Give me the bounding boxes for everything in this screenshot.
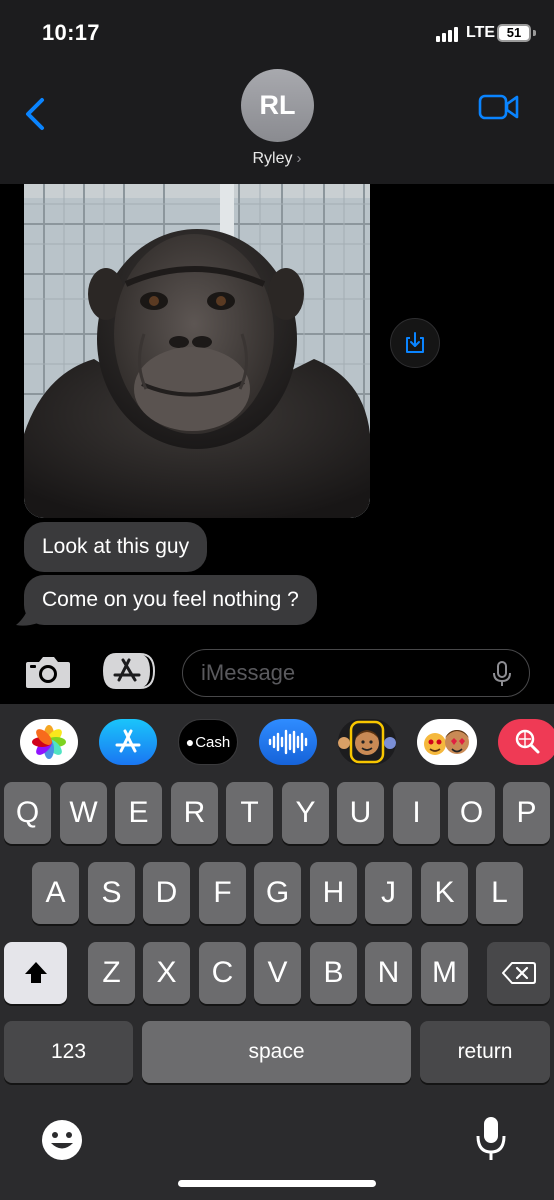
microphone-icon xyxy=(476,1117,506,1160)
key-u[interactable]: U xyxy=(337,782,384,844)
key-b[interactable]: B xyxy=(310,942,357,1004)
status-time: 10:17 xyxy=(42,20,100,45)
dictation-button[interactable] xyxy=(474,1114,508,1164)
message-bubble[interactable]: Look at this guy xyxy=(24,522,208,572)
photos-icon[interactable] xyxy=(20,719,78,765)
memoji-icon[interactable] xyxy=(338,719,396,765)
camera-icon xyxy=(26,657,70,688)
battery-icon: 51 xyxy=(497,24,531,42)
space-key[interactable]: space xyxy=(142,1021,411,1083)
key-a[interactable]: A xyxy=(32,862,79,924)
battery-nub xyxy=(533,30,536,36)
memoji-stickers-icon[interactable] xyxy=(417,719,477,765)
key-k[interactable]: K xyxy=(421,862,468,924)
shift-icon xyxy=(24,962,47,983)
signal-icon xyxy=(436,26,462,42)
facetime-video-button[interactable] xyxy=(478,92,520,122)
camera-button[interactable] xyxy=(24,654,72,690)
app-store-icon xyxy=(102,653,156,689)
app-drawer-button[interactable] xyxy=(102,652,158,690)
key-e[interactable]: E xyxy=(115,782,162,844)
key-c[interactable]: C xyxy=(199,942,246,1004)
home-indicator[interactable] xyxy=(178,1180,376,1187)
contact-name: Ryley xyxy=(252,150,293,167)
key-h[interactable]: H xyxy=(310,862,357,924)
compose-bar xyxy=(0,640,554,704)
key-x[interactable]: X xyxy=(143,942,190,1004)
key-w[interactable]: W xyxy=(60,782,107,844)
key-q[interactable]: Q xyxy=(4,782,51,844)
message-input-field[interactable] xyxy=(182,649,530,697)
emoji-icon xyxy=(42,1120,82,1160)
key-d[interactable]: D xyxy=(143,862,190,924)
back-button[interactable] xyxy=(22,94,52,134)
key-m[interactable]: M xyxy=(421,942,468,1004)
ape-photo xyxy=(24,184,370,518)
avatar[interactable]: RL xyxy=(241,69,314,142)
image-message[interactable] xyxy=(24,184,370,518)
cash-icon[interactable]: ● Cash xyxy=(178,719,238,765)
key-g[interactable]: G xyxy=(254,862,301,924)
battery-level: 51 xyxy=(506,25,522,40)
app-store-icon[interactable] xyxy=(99,719,157,765)
key-v[interactable]: V xyxy=(254,942,301,1004)
video-camera-icon xyxy=(478,94,519,120)
imessage-app-strip: ● Cash xyxy=(0,704,554,780)
key-z[interactable]: Z xyxy=(88,942,135,1004)
key-y[interactable]: Y xyxy=(282,782,329,844)
key-f[interactable]: F xyxy=(199,862,246,924)
delete-key[interactable] xyxy=(487,942,550,1004)
network-label: LTE xyxy=(466,24,496,41)
save-to-photos-button[interactable] xyxy=(390,318,440,368)
shift-key[interactable] xyxy=(4,942,67,1004)
cash-label: Cash xyxy=(195,733,231,751)
key-n[interactable]: N xyxy=(365,942,412,1004)
dictation-icon[interactable] xyxy=(491,660,513,688)
audio-message-icon[interactable] xyxy=(259,719,317,765)
key-t[interactable]: T xyxy=(226,782,273,844)
conversation-header: RL Ryley › xyxy=(0,66,554,184)
backspace-icon xyxy=(501,962,536,984)
chevron-left-icon xyxy=(26,98,44,130)
key-l[interactable]: L xyxy=(476,862,523,924)
key-o[interactable]: O xyxy=(448,782,495,844)
download-icon xyxy=(406,332,424,353)
web-search-icon[interactable] xyxy=(498,719,554,765)
chevron-right-icon: › xyxy=(296,150,302,167)
message-input[interactable] xyxy=(201,650,481,695)
apple-icon: ● xyxy=(185,734,195,750)
bubble-tail xyxy=(16,603,38,626)
key-s[interactable]: S xyxy=(88,862,135,924)
key-j[interactable]: J xyxy=(365,862,412,924)
status-bar: 10:17 LTE 51 xyxy=(0,0,554,66)
key-p[interactable]: P xyxy=(503,782,550,844)
message-bubble[interactable]: Come on you feel nothing ? xyxy=(24,575,317,625)
numbers-key[interactable]: 123 xyxy=(4,1021,133,1083)
return-key[interactable]: return xyxy=(420,1021,550,1083)
contact-name-button[interactable]: Ryley › xyxy=(0,150,554,168)
key-r[interactable]: R xyxy=(171,782,218,844)
key-i[interactable]: I xyxy=(393,782,440,844)
emoji-button[interactable] xyxy=(40,1118,84,1162)
